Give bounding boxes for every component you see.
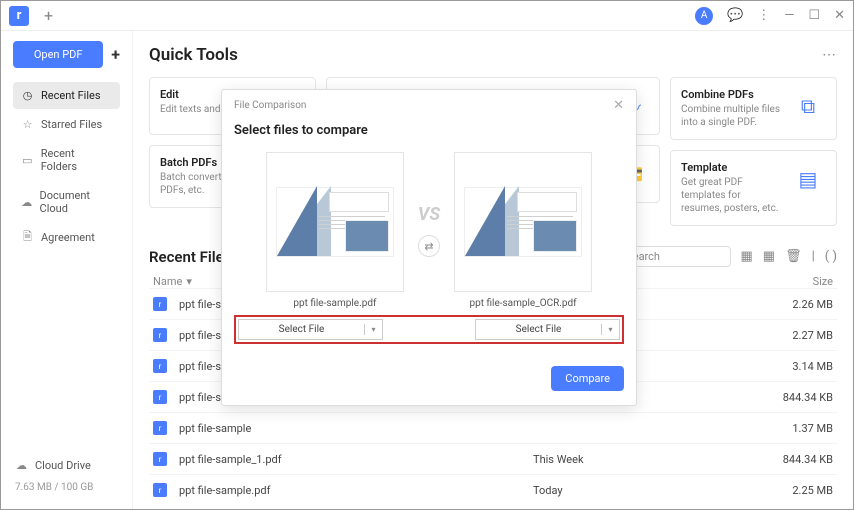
right-file-name: ppt file-sample_OCR.pdf — [469, 298, 576, 309]
compare-button[interactable]: Compare — [551, 366, 624, 391]
chevron-down-icon[interactable]: ▾ — [364, 324, 382, 335]
chevron-down-icon[interactable]: ▾ — [601, 324, 619, 335]
right-preview-box[interactable] — [454, 152, 592, 292]
modal-overlay: File Comparison ✕ Select files to compar… — [1, 1, 853, 509]
modal-header-text: File Comparison — [234, 100, 306, 111]
swap-button[interactable]: ⇄ — [418, 235, 440, 257]
left-preview-box[interactable] — [266, 152, 404, 292]
select-file-right-button[interactable]: Select File ▾ — [475, 319, 620, 340]
vs-label: VS — [418, 204, 440, 225]
left-preview: ppt file-sample.pdf — [266, 152, 404, 309]
select-file-row: Select File ▾ Select File ▾ — [234, 315, 624, 344]
modal-title: Select files to compare — [234, 123, 624, 138]
left-file-name: ppt file-sample.pdf — [293, 298, 376, 309]
select-file-left-button[interactable]: Select File ▾ — [238, 319, 383, 340]
file-comparison-modal: File Comparison ✕ Select files to compar… — [221, 89, 637, 406]
right-preview: ppt file-sample_OCR.pdf — [454, 152, 592, 309]
modal-close-icon[interactable]: ✕ — [613, 98, 624, 113]
